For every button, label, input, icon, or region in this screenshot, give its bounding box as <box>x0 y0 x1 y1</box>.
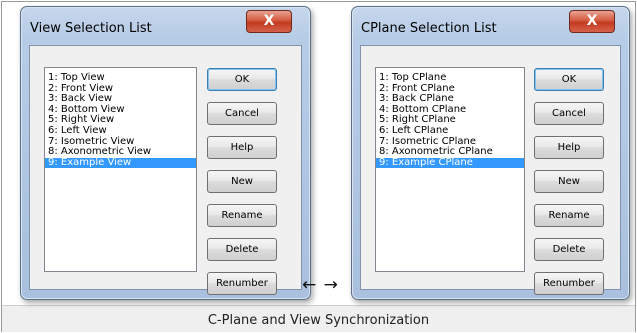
dialog-title: CPlane Selection List <box>361 21 497 36</box>
help-button[interactable]: Help <box>534 136 604 159</box>
ok-button[interactable]: OK <box>534 68 604 91</box>
renumber-button[interactable]: Renumber <box>534 272 604 295</box>
list-item[interactable]: 6: Left CPlane <box>376 125 524 137</box>
new-button[interactable]: New <box>534 170 604 193</box>
rename-button[interactable]: Rename <box>534 204 604 227</box>
title-bar: CPlane Selection List X <box>352 7 629 41</box>
cancel-button[interactable]: Cancel <box>534 102 604 125</box>
delete-button[interactable]: Delete <box>534 238 604 261</box>
ok-button[interactable]: OK <box>207 68 277 91</box>
figure-caption: C-Plane and View Synchronization <box>207 313 430 328</box>
list-item[interactable]: 1: Top View <box>45 72 196 84</box>
view-selection-dialog: View Selection List X 1: Top View 2: Fro… <box>20 6 311 300</box>
new-button[interactable]: New <box>207 170 277 193</box>
help-button[interactable]: Help <box>207 136 277 159</box>
cancel-button[interactable]: Cancel <box>207 102 277 125</box>
renumber-button[interactable]: Renumber <box>207 272 277 295</box>
cplane-selection-dialog: CPlane Selection List X 1: Top CPlane 2:… <box>351 6 630 300</box>
view-list[interactable]: 1: Top View 2: Front View 3: Back View 4… <box>44 67 197 272</box>
close-button[interactable]: X <box>246 10 292 33</box>
close-button[interactable]: X <box>569 10 615 33</box>
list-item[interactable]: 1: Top CPlane <box>376 72 524 84</box>
cplane-list[interactable]: 1: Top CPlane 2: Front CPlane 3: Back CP… <box>375 67 525 272</box>
dialog-title: View Selection List <box>30 21 152 36</box>
list-item-selected[interactable]: 9: Example CPlane <box>376 157 524 169</box>
sync-arrows: ← → <box>302 275 339 295</box>
dialog-client: 1: Top CPlane 2: Front CPlane 3: Back CP… <box>360 45 621 295</box>
dialog-client: 1: Top View 2: Front View 3: Back View 4… <box>29 45 302 295</box>
list-item-selected[interactable]: 9: Example View <box>45 157 196 169</box>
title-bar: View Selection List X <box>21 7 310 41</box>
delete-button[interactable]: Delete <box>207 238 277 261</box>
list-item[interactable]: 6: Left View <box>45 125 196 137</box>
rename-button[interactable]: Rename <box>207 204 277 227</box>
